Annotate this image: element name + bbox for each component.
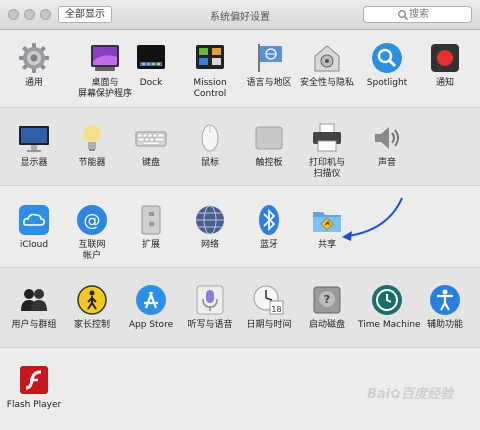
pane-label: 辅助功能 <box>426 320 463 330</box>
pane-displays[interactable]: 显示器 <box>5 122 63 169</box>
extensions-icon <box>135 204 167 236</box>
pane-label: 键盘 <box>141 158 160 168</box>
pane-trackpad[interactable]: 触控板 <box>240 122 298 169</box>
pane-label: 家长控制 <box>73 320 110 330</box>
pane-spotlight[interactable]: Spotlight <box>358 42 416 89</box>
pane-label: 打印机与 扫描仪 <box>308 158 345 179</box>
notifications-icon <box>429 42 461 74</box>
displays-icon <box>18 122 50 154</box>
keyboard-icon <box>135 122 167 154</box>
pane-label: 听写与语音 <box>187 320 233 330</box>
pane-label: Dock <box>139 78 163 88</box>
time-machine-icon <box>371 284 403 316</box>
watermark: Bai✿百度经验 <box>367 387 454 402</box>
pane-flash-player[interactable]: Flash Player <box>5 364 63 411</box>
pane-label: 蓝牙 <box>259 240 278 250</box>
internet-accounts-icon: @ <box>76 204 108 236</box>
pane-internet-accounts[interactable]: @ 互联网 帐户 <box>63 204 121 262</box>
pane-label: 启动磁盘 <box>308 320 345 330</box>
pane-label: Mission Control <box>193 78 227 99</box>
pane-network[interactable]: 网络 <box>181 204 239 251</box>
pane-startup-disk[interactable]: ? 启动磁盘 <box>298 284 356 331</box>
pane-mouse[interactable]: 鼠标 <box>181 122 239 169</box>
pane-accessibility[interactable]: 辅助功能 <box>416 284 474 331</box>
mission-control-icon <box>194 42 226 74</box>
pane-label: 节能器 <box>78 158 106 168</box>
dictation-speech-icon <box>194 284 226 316</box>
parental-controls-icon <box>76 284 108 316</box>
pane-label: 鼠标 <box>200 158 219 168</box>
spotlight-icon <box>371 42 403 74</box>
pane-parental-controls[interactable]: 家长控制 <box>63 284 121 331</box>
pane-label: App Store <box>128 320 174 330</box>
pane-bluetooth[interactable]: 蓝牙 <box>240 204 298 251</box>
pane-security-privacy[interactable]: 安全性与隐私 <box>298 42 356 89</box>
pane-energy-saver[interactable]: 节能器 <box>63 122 121 169</box>
pane-language-region[interactable]: 语言与地区 <box>240 42 298 89</box>
search-input[interactable] <box>409 8 464 21</box>
pane-label: Flash Player <box>6 400 62 410</box>
date-time-icon: 18 <box>253 284 285 316</box>
pane-dictation-speech[interactable]: 听写与语音 <box>181 284 239 331</box>
pane-label: 通用 <box>24 78 43 88</box>
pane-label: 网络 <box>200 240 219 250</box>
search-field[interactable] <box>363 6 472 23</box>
accessibility-icon <box>429 284 461 316</box>
trackpad-icon <box>253 122 285 154</box>
security-privacy-icon <box>311 42 343 74</box>
pane-app-store[interactable]: App Store <box>122 284 180 331</box>
svg-text:18: 18 <box>271 305 281 314</box>
pane-label: 显示器 <box>20 158 48 168</box>
pane-dock[interactable]: Dock <box>122 42 180 89</box>
pane-label: 用户与群组 <box>11 320 57 330</box>
users-groups-icon <box>18 284 50 316</box>
mouse-icon <box>194 122 226 154</box>
pane-label: 互联网 帐户 <box>78 240 106 261</box>
pane-label: 声音 <box>377 158 396 168</box>
pane-keyboard[interactable]: 键盘 <box>122 122 180 169</box>
svg-text:@: @ <box>84 211 101 231</box>
app-store-icon <box>135 284 167 316</box>
energy-saver-icon <box>76 122 108 154</box>
pane-label: 触控板 <box>255 158 283 168</box>
icloud-icon <box>18 204 50 236</box>
svg-text:?: ? <box>324 293 330 306</box>
general-icon <box>18 42 50 74</box>
pane-label: 安全性与隐私 <box>299 78 354 88</box>
sound-icon <box>371 122 403 154</box>
pane-extensions[interactable]: 扩展 <box>122 204 180 251</box>
pane-mission-control[interactable]: Mission Control <box>181 42 239 100</box>
pane-date-time[interactable]: 18 日期与时间 <box>240 284 298 331</box>
network-icon <box>194 204 226 236</box>
pane-users-groups[interactable]: 用户与群组 <box>5 284 63 331</box>
pane-notifications[interactable]: 通知 <box>416 42 474 89</box>
pane-printers-scanners[interactable]: 打印机与 扫描仪 <box>298 122 356 180</box>
pane-sound[interactable]: 声音 <box>358 122 416 169</box>
pane-label: 扩展 <box>141 240 160 250</box>
search-icon <box>398 10 409 21</box>
annotation-arrow <box>342 197 403 241</box>
dock-icon <box>135 42 167 74</box>
pane-label: 通知 <box>435 78 454 88</box>
pane-time-machine[interactable]: Time Machine <box>358 284 421 331</box>
language-region-icon <box>253 42 285 74</box>
bluetooth-icon <box>253 204 285 236</box>
pane-icloud[interactable]: iCloud <box>5 204 63 251</box>
pane-label: 语言与地区 <box>246 78 292 88</box>
pane-label: iCloud <box>19 240 49 250</box>
pane-label: Spotlight <box>366 78 408 88</box>
printers-scanners-icon <box>311 122 343 154</box>
window-titlebar: 全部显示 系统偏好设置 <box>0 0 480 30</box>
pane-label: 日期与时间 <box>246 320 292 330</box>
flash-player-icon <box>18 364 50 396</box>
pane-general[interactable]: 通用 <box>5 42 63 89</box>
startup-disk-icon: ? <box>311 284 343 316</box>
desktop-screensaver-icon <box>89 42 121 74</box>
pane-label: Time Machine <box>358 320 421 330</box>
